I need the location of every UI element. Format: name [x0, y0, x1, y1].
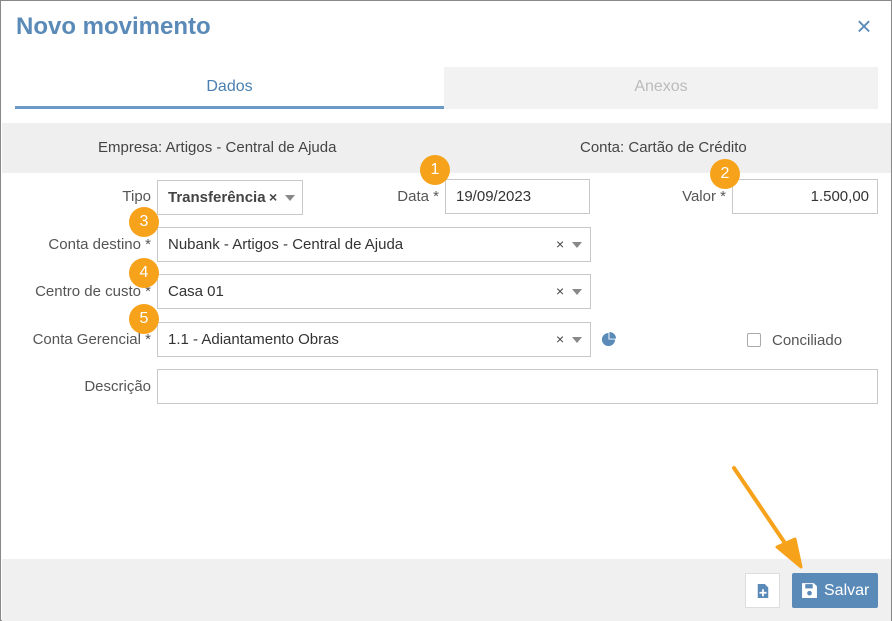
descricao-label: Descrição — [84, 378, 151, 395]
conciliado-checkbox[interactable] — [747, 333, 761, 347]
chevron-down-icon[interactable] — [572, 242, 582, 248]
file-plus-icon — [757, 584, 769, 598]
conta-destino-clear-icon[interactable]: × — [556, 228, 564, 261]
tab-anexos[interactable]: Anexos — [444, 67, 878, 109]
empresa-info: Empresa: Artigos - Central de Ajuda — [98, 139, 337, 156]
tipo-select[interactable]: Transferência × — [157, 180, 303, 215]
valor-label: Valor * — [682, 188, 726, 205]
tab-dados[interactable]: Dados — [15, 67, 444, 109]
tipo-clear-icon[interactable]: × — [269, 181, 277, 214]
add-file-button[interactable] — [745, 573, 780, 608]
valor-input[interactable]: 1.500,00 — [732, 179, 878, 214]
descricao-input[interactable] — [157, 369, 878, 404]
conta-gerencial-value: 1.1 - Adiantamento Obras — [168, 331, 339, 348]
data-input[interactable]: 19/09/2023 — [445, 179, 590, 214]
conta-destino-select[interactable]: Nubank - Artigos - Central de Ajuda × — [157, 227, 591, 262]
conta-gerencial-label: Conta Gerencial * — [32, 331, 151, 348]
conta-destino-value: Nubank - Artigos - Central de Ajuda — [168, 236, 404, 253]
conta-info: Conta: Cartão de Crédito — [580, 139, 747, 156]
tipo-value: Transferência — [168, 189, 266, 206]
close-icon[interactable]: × — [853, 13, 875, 39]
step-badge-2: 2 — [710, 159, 740, 189]
conta-destino-label: Conta destino * — [48, 236, 151, 253]
centro-custo-label: Centro de custo * — [35, 283, 151, 300]
step-badge-1: 1 — [420, 155, 450, 185]
data-label: Data * — [397, 188, 439, 205]
centro-custo-clear-icon[interactable]: × — [556, 275, 564, 308]
save-button[interactable]: Salvar — [792, 573, 878, 608]
save-button-label: Salvar — [824, 582, 870, 599]
dialog-title: Novo movimento — [16, 13, 211, 40]
chevron-down-icon[interactable] — [572, 289, 582, 295]
centro-custo-select[interactable]: Casa 01 × — [157, 274, 591, 309]
step-badge-4: 4 — [129, 258, 159, 288]
step-badge-5: 5 — [129, 304, 159, 334]
conta-gerencial-select[interactable]: 1.1 - Adiantamento Obras × — [157, 322, 591, 357]
conciliado-label: Conciliado — [772, 332, 843, 349]
pie-chart-icon[interactable] — [601, 332, 616, 347]
tipo-label: Tipo — [122, 188, 151, 205]
centro-custo-value: Casa 01 — [168, 283, 224, 300]
new-movement-dialog: Novo movimento × Dados Anexos Empresa: A… — [0, 0, 892, 621]
conta-gerencial-clear-icon[interactable]: × — [556, 323, 564, 356]
save-icon — [802, 583, 817, 598]
chevron-down-icon[interactable] — [572, 337, 582, 343]
step-badge-3: 3 — [129, 207, 159, 237]
chevron-down-icon[interactable] — [285, 195, 295, 201]
